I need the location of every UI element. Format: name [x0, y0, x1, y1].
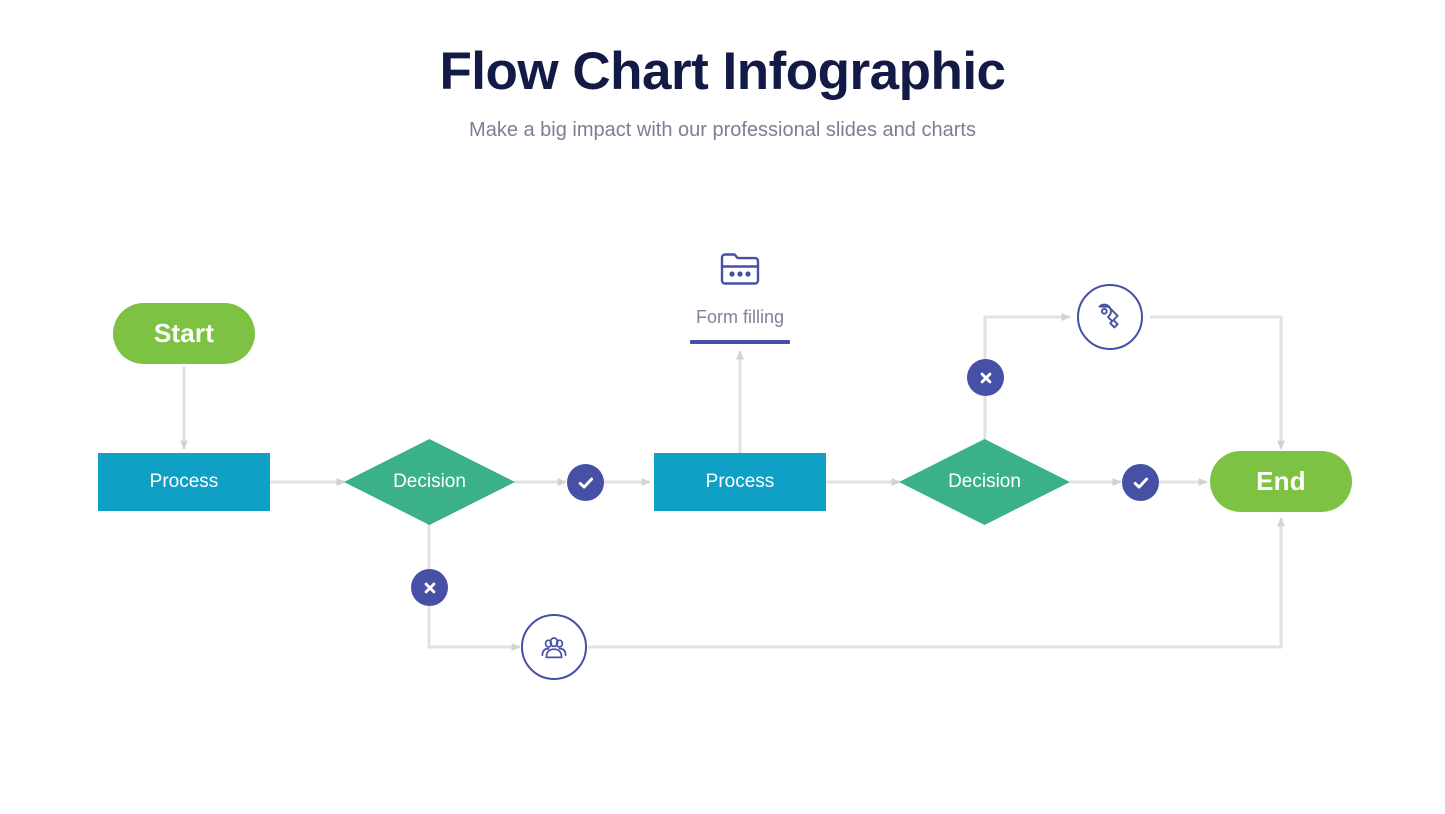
form-filling-label: Form filling — [695, 307, 784, 327]
node-end-label: End — [1256, 466, 1306, 496]
flowchart-connectors — [180, 313, 1285, 651]
node-process-1-label: Process — [149, 471, 219, 492]
node-process-2-label: Process — [705, 471, 775, 492]
close-icon — [424, 582, 435, 593]
node-decision-1-label: Decision — [393, 471, 466, 492]
node-start[interactable]: Start — [113, 303, 255, 364]
close-icon — [980, 372, 991, 383]
badge-no-1[interactable] — [411, 569, 448, 606]
node-start-label: Start — [153, 318, 215, 348]
node-decision-2[interactable]: Decision — [899, 439, 1070, 525]
node-decision-2-label: Decision — [948, 471, 1021, 492]
badge-yes-2[interactable] — [1122, 464, 1159, 501]
form-filling-rule — [690, 339, 790, 344]
check-icon — [578, 477, 593, 489]
node-process-1[interactable]: Process — [98, 453, 270, 511]
users-icon — [541, 637, 567, 659]
key-icon — [1098, 303, 1119, 329]
edge-users-to-end — [588, 517, 1285, 649]
icon-circle-key[interactable] — [1077, 284, 1143, 350]
icon-circle-users[interactable] — [521, 614, 587, 680]
badge-no-2[interactable] — [967, 359, 1004, 396]
edge-key-to-end — [1150, 315, 1285, 450]
slide-canvas: Flow Chart Infographic Make a big impact… — [0, 0, 1445, 814]
check-icon — [1133, 477, 1148, 489]
node-end[interactable]: End — [1210, 451, 1352, 512]
node-decision-1[interactable]: Decision — [344, 439, 515, 525]
node-process-2[interactable]: Process — [654, 453, 826, 511]
annotation-form-filling[interactable]: Form filling — [640, 243, 840, 344]
edge-badge-no-to-users — [427, 606, 521, 651]
badge-yes-1[interactable] — [567, 464, 604, 501]
folder-dots-icon — [720, 253, 760, 285]
form-filling-icon-wrap — [640, 243, 840, 297]
